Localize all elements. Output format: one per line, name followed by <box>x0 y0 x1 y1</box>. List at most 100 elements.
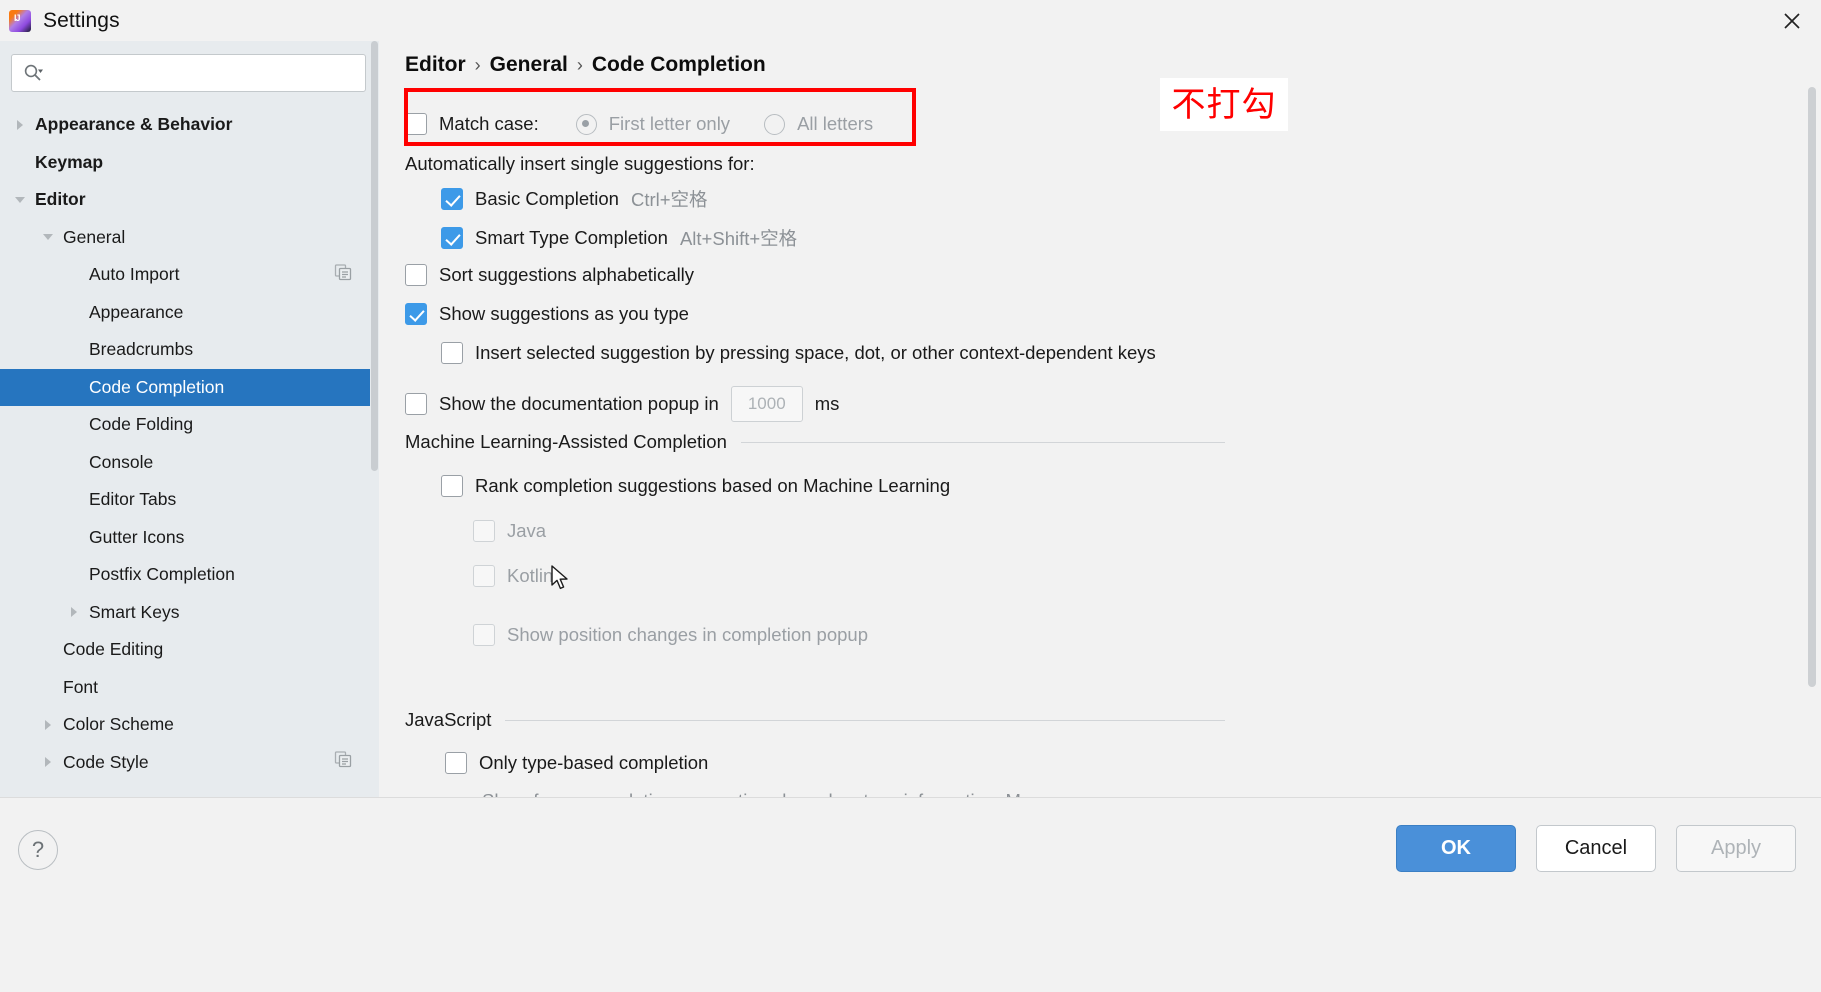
sidebar-item-general[interactable]: General <box>0 219 379 257</box>
search-area <box>0 41 379 92</box>
chevron-down-icon[interactable] <box>40 229 56 245</box>
machine-learning-section-header: Machine Learning-Assisted Completion <box>405 431 1225 453</box>
ok-button[interactable]: OK <box>1396 825 1516 872</box>
show-position-changes-checkbox[interactable] <box>473 624 495 646</box>
settings-dialog: Settings Appearance & BehaviorKeymapEdi <box>0 0 1821 992</box>
only-type-based-completion-checkbox[interactable] <box>445 752 467 774</box>
settings-tree: Appearance & Behavior Keymap Editor General… <box>0 106 379 781</box>
documentation-popup-checkbox[interactable] <box>405 393 427 415</box>
twisty-placeholder <box>12 154 28 170</box>
sidebar-item-smart-keys[interactable]: Smart Keys <box>0 594 379 632</box>
breadcrumb-part-editor: Editor <box>405 53 466 76</box>
intellij-idea-logo-icon <box>9 9 31 32</box>
sidebar-item-code-style[interactable]: Code Style <box>0 744 379 782</box>
sidebar-item-label: Code Editing <box>63 639 164 660</box>
radio-first-letter-only[interactable] <box>575 113 597 135</box>
settings-options: Match case: First letter only All letter… <box>379 93 1821 797</box>
twisty-placeholder <box>66 567 82 583</box>
show-suggestions-as-you-type-checkbox[interactable] <box>405 303 427 325</box>
rank-completion-checkbox[interactable] <box>441 475 463 497</box>
search-icon <box>23 63 43 83</box>
ml-language-kotlin-label: Kotlin <box>507 565 554 586</box>
sidebar-item-breadcrumbs[interactable]: Breadcrumbs <box>0 331 379 369</box>
show-suggestions-as-you-type-row: Show suggestions as you type <box>405 303 689 325</box>
sidebar-item-auto-import[interactable]: Auto Import <box>0 256 379 294</box>
twisty-placeholder <box>66 379 82 395</box>
ml-language-java-label: Java <box>507 520 547 541</box>
radio-all-letters-label: All letters <box>797 113 874 134</box>
javascript-section-title: JavaScript <box>405 709 492 730</box>
copy-settings-icon[interactable] <box>334 751 352 774</box>
sidebar-item-postfix-completion[interactable]: Postfix Completion <box>0 556 379 594</box>
search-box[interactable] <box>11 54 366 92</box>
sidebar-item-keymap[interactable]: Keymap <box>0 144 379 182</box>
twisty-placeholder <box>66 304 82 320</box>
breadcrumb-separator-2: › <box>576 54 583 75</box>
sidebar-item-label: Code Style <box>63 751 149 772</box>
dialog-footer: ? OK Cancel Apply <box>0 797 1821 992</box>
sidebar-item-font[interactable]: Font <box>0 669 379 707</box>
sidebar-item-code-folding[interactable]: Code Folding <box>0 406 379 444</box>
sidebar-item-label: Code Folding <box>89 414 194 435</box>
apply-button[interactable]: Apply <box>1676 825 1796 872</box>
sidebar-item-label: Smart Keys <box>89 601 180 622</box>
show-suggestions-as-you-type-label: Show suggestions as you type <box>439 303 689 324</box>
sidebar-item-code-editing[interactable]: Code Editing <box>0 631 379 669</box>
chevron-down-icon[interactable] <box>12 192 28 208</box>
sidebar-item-appearance-behavior[interactable]: Appearance & Behavior <box>0 106 379 144</box>
section-divider <box>740 441 1225 443</box>
settings-content-panel: Editor › General › Code Completion Match… <box>379 41 1821 797</box>
breadcrumb-separator-1: › <box>474 54 481 75</box>
sort-alphabetically-label: Sort suggestions alphabetically <box>439 264 695 285</box>
smart-type-completion-label: Smart Type Completion <box>475 227 668 248</box>
sort-alphabetically-checkbox[interactable] <box>405 264 427 286</box>
insert-selected-suggestion-row: Insert selected suggestion by pressing s… <box>441 342 1156 364</box>
ml-language-java-row: Java <box>473 520 546 542</box>
sidebar-scrollbar-thumb[interactable] <box>371 41 378 471</box>
chevron-right-icon[interactable] <box>40 717 56 733</box>
basic-completion-label: Basic Completion <box>475 188 619 209</box>
sidebar-item-appearance[interactable]: Appearance <box>0 294 379 332</box>
only-type-based-completion-label: Only type-based completion <box>479 752 709 773</box>
chevron-right-icon[interactable] <box>12 117 28 133</box>
twisty-placeholder <box>66 267 82 283</box>
show-position-changes-label: Show position changes in completion popu… <box>507 624 868 645</box>
sidebar-item-code-completion[interactable]: Code Completion <box>0 368 379 406</box>
search-input[interactable] <box>43 55 365 91</box>
smart-type-completion-checkbox[interactable] <box>441 227 463 249</box>
copy-settings-icon[interactable] <box>334 263 352 286</box>
sidebar-item-editor[interactable]: Editor <box>0 181 379 219</box>
mouse-cursor <box>551 565 571 598</box>
content-scrollbar[interactable] <box>1808 87 1817 707</box>
sidebar-item-label: Editor <box>35 189 86 210</box>
ml-language-kotlin-checkbox[interactable] <box>473 565 495 587</box>
breadcrumb-part-general: General <box>489 53 568 76</box>
documentation-popup-delay-input[interactable]: 1000 <box>730 386 803 422</box>
sidebar-item-color-scheme[interactable]: Color Scheme <box>0 706 379 744</box>
close-icon[interactable] <box>1763 0 1821 41</box>
sidebar-item-label: General <box>63 226 126 247</box>
basic-completion-checkbox[interactable] <box>441 188 463 210</box>
smart-type-completion-row: Smart Type Completion Alt+Shift+空格 <box>441 225 797 251</box>
insert-selected-suggestion-checkbox[interactable] <box>441 342 463 364</box>
sidebar-item-console[interactable]: Console <box>0 444 379 482</box>
match-case-checkbox[interactable] <box>405 113 427 135</box>
chevron-right-icon[interactable] <box>40 754 56 770</box>
annotation-chinese-note: 不打勾 <box>1160 78 1288 131</box>
ml-language-java-checkbox[interactable] <box>473 520 495 542</box>
chevron-right-icon[interactable] <box>66 604 82 620</box>
show-position-changes-row: Show position changes in completion popu… <box>473 624 868 646</box>
content-scrollbar-thumb[interactable] <box>1808 87 1816 687</box>
sidebar-item-label: Font <box>63 676 99 697</box>
help-button[interactable]: ? <box>18 830 58 870</box>
twisty-placeholder <box>66 492 82 508</box>
sidebar-item-gutter-icons[interactable]: Gutter Icons <box>0 519 379 557</box>
sidebar-item-editor-tabs[interactable]: Editor Tabs <box>0 481 379 519</box>
sidebar-item-label: Color Scheme <box>63 714 174 735</box>
radio-all-letters[interactable] <box>764 113 786 135</box>
sidebar-item-label: Breadcrumbs <box>89 339 194 360</box>
twisty-placeholder <box>66 529 82 545</box>
machine-learning-section-title: Machine Learning-Assisted Completion <box>405 431 727 452</box>
cancel-button[interactable]: Cancel <box>1536 825 1656 872</box>
sidebar-scrollbar[interactable] <box>370 41 379 797</box>
